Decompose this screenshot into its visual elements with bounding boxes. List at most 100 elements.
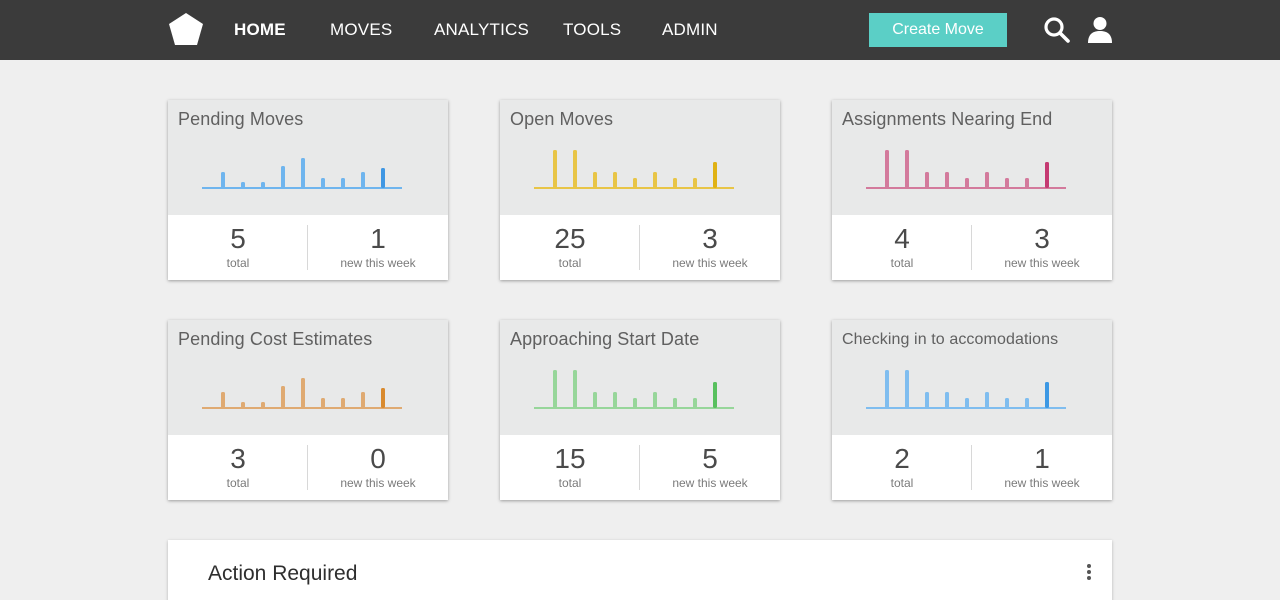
nav-moves[interactable]: MOVES xyxy=(330,20,392,40)
sparkline-bar xyxy=(553,370,557,408)
card-header: Checking in to accomodations xyxy=(832,320,1112,435)
sparkline-bar xyxy=(885,150,889,188)
new-this-week-stat-label: new this week xyxy=(1004,476,1080,490)
sparkline-bar xyxy=(381,168,385,188)
sparkline-bar xyxy=(965,398,969,408)
sparkline-chart xyxy=(202,378,402,409)
sparkline-bar xyxy=(573,370,577,408)
sparkline-bar xyxy=(321,178,325,188)
sparkline-bar xyxy=(241,182,245,188)
sparkline-bar xyxy=(1025,178,1029,188)
total-stat-value: 2 xyxy=(894,443,910,474)
total-stat-label: total xyxy=(226,476,250,490)
stat-card[interactable]: Open Moves 25 total 3 new this week xyxy=(500,100,780,280)
card-title: Open Moves xyxy=(510,109,614,129)
total-stat: 5 total xyxy=(168,215,308,280)
nav-home[interactable]: HOME xyxy=(234,20,286,40)
sparkline-bar xyxy=(965,178,969,188)
sparkline-chart xyxy=(866,150,1066,189)
sparkline-bar xyxy=(261,182,265,188)
new-this-week-stat: 3 new this week xyxy=(972,215,1112,280)
sparkline-bar xyxy=(945,392,949,408)
stat-divider xyxy=(971,225,972,270)
sparkline-bar xyxy=(1025,398,1029,408)
sparkline-bar xyxy=(281,166,285,188)
new-this-week-stat: 5 new this week xyxy=(640,435,780,500)
sparkline-bar xyxy=(1045,162,1049,188)
card-title: Checking in to accomodations xyxy=(842,331,1059,348)
sparkline-bar xyxy=(301,378,305,408)
sparkline-bar xyxy=(713,382,717,408)
search-icon[interactable] xyxy=(1042,15,1072,45)
sparkline-bar xyxy=(341,178,345,188)
stat-divider xyxy=(639,225,640,270)
stat-card[interactable]: Approaching Start Date 15 total 5 new this w… xyxy=(500,320,780,500)
total-stat: 2 total xyxy=(832,435,972,500)
sparkline-bar xyxy=(361,172,365,188)
new-this-week-stat-value: 1 xyxy=(1034,443,1050,474)
new-this-week-stat-value: 1 xyxy=(370,223,386,254)
kebab-menu-icon[interactable] xyxy=(1082,562,1096,582)
total-stat: 25 total xyxy=(500,215,640,280)
action-required-title: Action Required xyxy=(208,562,358,585)
stat-card[interactable]: Assignments Nearing End 4 total 3 new this w… xyxy=(832,100,1112,280)
user-icon[interactable] xyxy=(1085,15,1115,45)
card-header: Pending Moves xyxy=(168,100,448,215)
sparkline-bar xyxy=(925,392,929,408)
create-move-button[interactable]: Create Move xyxy=(869,13,1007,47)
sparkline-bar xyxy=(713,162,717,188)
sparkline-chart xyxy=(202,158,402,189)
pentagon-logo-icon[interactable] xyxy=(168,12,204,46)
sparkline-bar xyxy=(905,370,909,408)
total-stat-value: 5 xyxy=(230,223,246,254)
sparkline-bar xyxy=(653,172,657,188)
sparkline-bar xyxy=(221,392,225,408)
sparkline-bar xyxy=(613,172,617,188)
stat-card[interactable]: Checking in to accomodations 2 total 1 new t… xyxy=(832,320,1112,500)
total-stat-value: 3 xyxy=(230,443,246,474)
sparkline-bar xyxy=(1005,398,1009,408)
new-this-week-stat-value: 0 xyxy=(370,443,386,474)
card-title: Approaching Start Date xyxy=(510,329,700,349)
stat-card[interactable]: Pending Cost Estimates 3 total 0 new this we… xyxy=(168,320,448,500)
total-stat-value: 25 xyxy=(554,223,586,254)
sparkline-bar xyxy=(341,398,345,408)
new-this-week-stat-label: new this week xyxy=(1004,256,1080,270)
sparkline-bar xyxy=(673,178,677,188)
total-stat: 3 total xyxy=(168,435,308,500)
top-navigation-bar: HOME MOVES ANALYTICS TOOLS ADMIN Create … xyxy=(0,0,1280,60)
sparkline-bar xyxy=(593,172,597,188)
sparkline-bar xyxy=(613,392,617,408)
new-this-week-stat: 1 new this week xyxy=(308,215,448,280)
card-header: Approaching Start Date xyxy=(500,320,780,435)
sparkline-chart xyxy=(866,370,1066,409)
sparkline-bar xyxy=(985,172,989,188)
new-this-week-stat: 0 new this week xyxy=(308,435,448,500)
sparkline-chart xyxy=(534,150,734,189)
stat-divider xyxy=(639,445,640,490)
sparkline-bar xyxy=(945,172,949,188)
sparkline-bar xyxy=(633,398,637,408)
total-stat-value: 4 xyxy=(894,223,910,254)
new-this-week-stat: 1 new this week xyxy=(972,435,1112,500)
sparkline-bar xyxy=(553,150,557,188)
sparkline-bar xyxy=(653,392,657,408)
sparkline-bar xyxy=(361,392,365,408)
sparkline-bar xyxy=(905,150,909,188)
sparkline-chart xyxy=(534,370,734,409)
sparkline-bar xyxy=(1045,382,1049,408)
total-stat-label: total xyxy=(890,476,914,490)
stat-card[interactable]: Pending Moves 5 total 1 new this week xyxy=(168,100,448,280)
new-this-week-stat-value: 5 xyxy=(702,443,718,474)
total-stat: 15 total xyxy=(500,435,640,500)
card-title: Pending Moves xyxy=(178,109,304,129)
card-header: Assignments Nearing End xyxy=(832,100,1112,215)
new-this-week-stat-label: new this week xyxy=(672,476,748,490)
nav-tools[interactable]: TOOLS xyxy=(563,20,621,40)
nav-analytics[interactable]: ANALYTICS xyxy=(434,20,529,40)
new-this-week-stat: 3 new this week xyxy=(640,215,780,280)
card-header: Open Moves xyxy=(500,100,780,215)
sparkline-bar xyxy=(693,398,697,408)
stat-divider xyxy=(307,225,308,270)
nav-admin[interactable]: ADMIN xyxy=(662,20,718,40)
